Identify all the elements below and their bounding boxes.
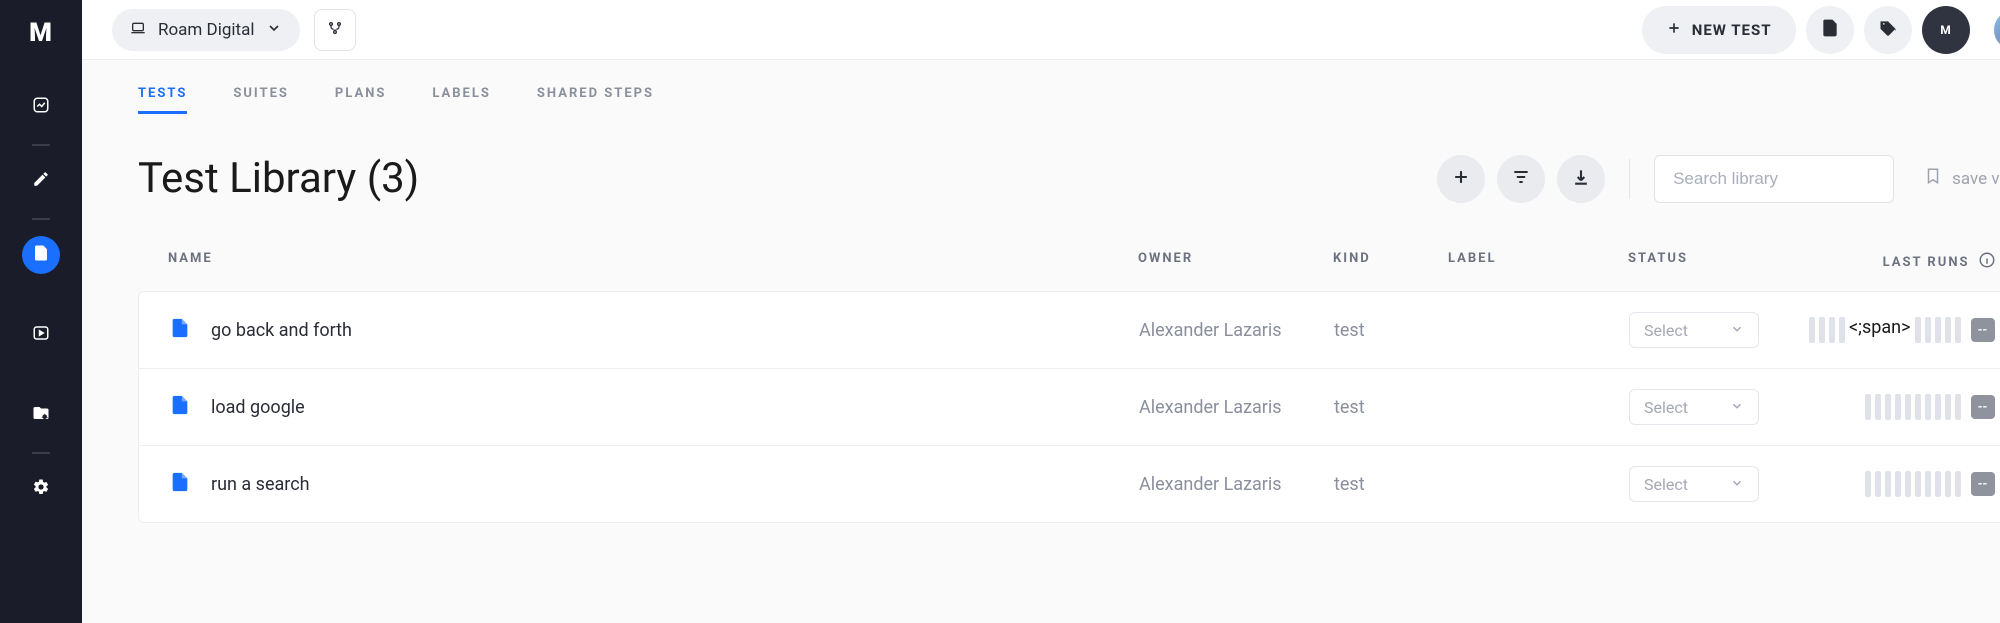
sidebar-item-library[interactable] xyxy=(22,236,60,274)
download-icon xyxy=(1571,167,1591,191)
filter-button[interactable] xyxy=(1497,155,1545,203)
run-badge: -- xyxy=(1971,395,1995,419)
document-icon xyxy=(32,244,50,266)
project-selector[interactable]: Roam Digital xyxy=(112,9,300,51)
sidebar-separator xyxy=(32,144,50,146)
table-header: NAME OWNER KIND LABEL STATUS LAST RUNS xyxy=(138,233,2000,291)
pencil-icon xyxy=(32,170,50,192)
test-name: go back and forth xyxy=(211,320,352,341)
status-select[interactable]: Select xyxy=(1629,389,1759,425)
page-title: Test Library (3) xyxy=(138,154,419,203)
play-icon xyxy=(32,324,50,346)
sidebar-item-editor[interactable] xyxy=(22,162,60,200)
sidebar-item-dashboard[interactable] xyxy=(22,88,60,126)
col-kind: KIND xyxy=(1333,251,1448,273)
search-input[interactable] xyxy=(1654,155,1894,203)
tab-labels[interactable]: LABELS xyxy=(432,86,491,114)
col-owner: OWNER xyxy=(1138,251,1333,273)
download-button[interactable] xyxy=(1557,155,1605,203)
user-avatar[interactable] xyxy=(1992,8,2000,52)
tab-suites[interactable]: SUITES xyxy=(233,86,289,114)
col-status: STATUS xyxy=(1628,251,1808,273)
test-kind: test xyxy=(1334,474,1449,495)
bookmark-icon xyxy=(1924,167,1942,190)
table-body: go back and forth Alexander Lazaris test… xyxy=(138,291,2000,523)
sidebar-item-config[interactable] xyxy=(22,396,60,434)
col-name: NAME xyxy=(168,251,1138,273)
run-history-bars xyxy=(1865,471,1961,497)
new-test-button[interactable]: NEW TEST xyxy=(1642,6,1796,54)
save-view-button[interactable]: save view xyxy=(1924,167,2000,190)
document-icon xyxy=(169,471,191,498)
app-logo: M xyxy=(29,18,53,48)
chevron-down-icon xyxy=(266,20,282,40)
document-icon xyxy=(1820,18,1840,42)
test-owner: Alexander Lazaris xyxy=(1139,320,1334,341)
run-badge: -- xyxy=(1971,318,1995,342)
branch-button[interactable] xyxy=(314,9,356,51)
col-last-runs: LAST RUNS xyxy=(1808,251,1996,273)
laptop-icon xyxy=(130,20,146,40)
test-owner: Alexander Lazaris xyxy=(1139,474,1334,495)
filter-icon xyxy=(1511,167,1531,191)
topbar: Roam Digital NEW TEST xyxy=(82,0,2000,60)
status-select[interactable]: Select xyxy=(1629,466,1759,502)
notifications-button[interactable] xyxy=(1864,6,1912,54)
chevron-down-icon xyxy=(1730,398,1744,417)
chevron-down-icon xyxy=(1730,321,1744,340)
docs-button[interactable] xyxy=(1806,6,1854,54)
test-name: load google xyxy=(211,397,305,418)
branch-icon xyxy=(327,20,343,40)
gear-icon xyxy=(32,478,50,500)
test-kind: test xyxy=(1334,320,1449,341)
tab-tests[interactable]: TESTS xyxy=(138,86,187,114)
app-switcher-button[interactable]: M xyxy=(1922,6,1970,54)
run-badge: -- xyxy=(1971,472,1995,496)
tab-plans[interactable]: PLANS xyxy=(335,86,386,114)
run-history-bars xyxy=(1865,394,1961,420)
table-row[interactable]: load google Alexander Lazaris test Selec… xyxy=(139,369,2000,446)
divider xyxy=(1629,159,1630,199)
table-row[interactable]: run a search Alexander Lazaris test Sele… xyxy=(139,446,2000,522)
col-label: LABEL xyxy=(1448,251,1628,273)
tag-icon xyxy=(1878,18,1898,42)
add-button[interactable] xyxy=(1437,155,1485,203)
sidebar-item-runner[interactable] xyxy=(22,316,60,354)
tests-table: NAME OWNER KIND LABEL STATUS LAST RUNS xyxy=(138,233,2000,523)
project-name: Roam Digital xyxy=(158,20,254,40)
run-history-bars: <;span> xyxy=(1809,317,1961,343)
test-owner: Alexander Lazaris xyxy=(1139,397,1334,418)
sidebar-item-settings[interactable] xyxy=(22,470,60,508)
save-view-label: save view xyxy=(1952,169,2000,189)
app-icon: M xyxy=(1940,23,1951,37)
sidebar-separator xyxy=(32,452,50,454)
test-name: run a search xyxy=(211,474,310,495)
status-select[interactable]: Select xyxy=(1629,312,1759,348)
test-kind: test xyxy=(1334,397,1449,418)
info-icon[interactable] xyxy=(1978,251,1996,273)
plus-icon xyxy=(1666,20,1682,40)
chart-icon xyxy=(32,96,50,118)
tab-shared-steps[interactable]: SHARED STEPS xyxy=(537,86,654,114)
chevron-down-icon xyxy=(1730,475,1744,494)
sidebar: M xyxy=(0,0,82,623)
folder-gear-icon xyxy=(32,404,50,426)
document-icon xyxy=(169,317,191,344)
table-row[interactable]: go back and forth Alexander Lazaris test… xyxy=(139,292,2000,369)
sidebar-separator xyxy=(32,218,50,220)
library-header: Test Library (3) xyxy=(138,154,2000,203)
new-test-label: NEW TEST xyxy=(1692,21,1772,39)
document-icon xyxy=(169,394,191,421)
tabs: TESTS SUITES PLANS LABELS SHARED STEPS xyxy=(138,86,2000,114)
plus-icon xyxy=(1451,167,1471,191)
